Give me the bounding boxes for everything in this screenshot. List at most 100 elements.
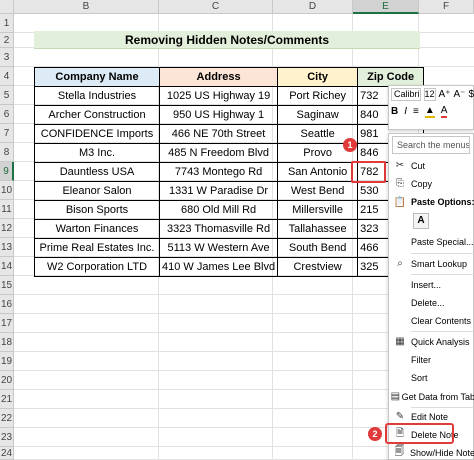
cell-address[interactable]: 5113 W Western Ave xyxy=(158,238,279,258)
menu-show-hide-note-label: Show/Hide Note xyxy=(409,447,474,458)
currency-format-icon[interactable]: $ xyxy=(468,89,474,100)
align-icon[interactable]: ≡ xyxy=(413,106,419,117)
column-header-c[interactable]: C xyxy=(159,0,273,14)
cell-address[interactable]: 680 Old Mill Rd xyxy=(158,200,279,220)
cell-city[interactable]: Tallahassee xyxy=(277,219,359,239)
cell-address[interactable]: 1025 US Highway 19 xyxy=(158,86,279,106)
menu-cut[interactable]: ✂ Cut xyxy=(389,157,474,174)
cell-city[interactable]: Millersville xyxy=(277,200,359,220)
row-header[interactable]: 5 xyxy=(0,86,14,105)
row-header[interactable]: 10 xyxy=(0,181,14,200)
cell-address[interactable]: 7743 Montego Rd xyxy=(158,162,279,182)
cell-company-name[interactable]: Warton Finances xyxy=(34,219,160,239)
cell-city[interactable]: South Bend xyxy=(277,238,359,258)
note-edit-icon: ✎ xyxy=(395,411,405,422)
font-color-icon[interactable]: A xyxy=(440,105,448,118)
cell-company-name[interactable]: M3 Inc. xyxy=(34,143,160,163)
cell-company-name[interactable]: W2 Corporation LTD xyxy=(34,257,160,277)
menu-sort[interactable]: Sort xyxy=(389,369,474,386)
row-header[interactable]: 2 xyxy=(0,33,14,48)
step-badge-2: 2 xyxy=(368,427,382,441)
cell-city[interactable]: San Antonio xyxy=(277,162,359,182)
cell-address[interactable]: 485 N Freedom Blvd xyxy=(158,143,279,163)
menu-get-data[interactable]: ▤ Get Data from Tab xyxy=(389,388,474,405)
row-header[interactable]: 3 xyxy=(0,48,14,67)
paste-option-button[interactable]: A xyxy=(413,213,429,229)
cell-company-name[interactable]: Stella Industries xyxy=(34,86,160,106)
menu-delete-label: Delete... xyxy=(411,297,445,308)
table-row: M3 Inc. 485 N Freedom Blvd Provo 846 xyxy=(34,143,425,163)
row-header[interactable]: 1 xyxy=(0,14,14,33)
menu-paste-special-label: Paste Special... xyxy=(411,236,474,247)
cell-company-name[interactable]: Archer Construction xyxy=(34,105,160,125)
row-header[interactable]: 16 xyxy=(0,295,14,314)
select-all-corner[interactable] xyxy=(0,0,14,14)
cell-city[interactable]: Port Richey xyxy=(277,86,359,106)
row-header[interactable]: 19 xyxy=(0,352,14,371)
row-header[interactable]: 8 xyxy=(0,143,14,162)
cell-company-name[interactable]: Eleanor Salon xyxy=(34,181,160,201)
header-address[interactable]: Address xyxy=(158,67,279,87)
menu-insert-label: Insert... xyxy=(411,279,442,290)
cell-city[interactable]: West Bend xyxy=(277,181,359,201)
cell-address[interactable]: 410 W James Lee Blvd xyxy=(158,257,279,277)
header-company-name[interactable]: Company Name xyxy=(34,67,160,87)
font-size-box[interactable]: 12 xyxy=(423,88,436,101)
italic-icon[interactable]: I xyxy=(404,106,407,117)
cell-address[interactable]: 466 NE 70th Street xyxy=(158,124,279,144)
cell-company-name[interactable]: Bison Sports xyxy=(34,200,160,220)
row-header[interactable]: 11 xyxy=(0,200,14,219)
cell-address[interactable]: 1331 W Paradise Dr xyxy=(158,181,279,201)
menu-insert[interactable]: Insert... xyxy=(389,276,474,293)
row-header[interactable]: 14 xyxy=(0,257,14,276)
row-header[interactable]: 24 xyxy=(0,447,14,460)
increase-font-icon[interactable]: A⁺ xyxy=(439,89,451,100)
column-header-b[interactable]: B xyxy=(14,0,159,14)
menu-paste-special[interactable]: Paste Special... xyxy=(389,233,474,250)
header-zip-code[interactable]: Zip Code xyxy=(357,67,425,87)
menu-smart-lookup[interactable]: ⌕ Smart Lookup xyxy=(389,255,474,272)
bold-icon[interactable]: B xyxy=(391,106,398,117)
menu-paste-options: 📋 Paste Options: xyxy=(389,194,474,210)
delete-note-highlight xyxy=(385,423,454,444)
row-header[interactable]: 7 xyxy=(0,124,14,143)
header-city[interactable]: City xyxy=(277,67,359,87)
cell-company-name[interactable]: Dauntless USA xyxy=(34,162,160,182)
row-header[interactable]: 6 xyxy=(0,105,14,124)
row-header[interactable]: 17 xyxy=(0,314,14,333)
search-icon: ⌕ xyxy=(397,258,403,269)
row-header[interactable]: 18 xyxy=(0,333,14,352)
row-header[interactable]: 21 xyxy=(0,390,14,409)
highlight-color-icon[interactable]: ▲ xyxy=(424,105,435,118)
row-header[interactable]: 20 xyxy=(0,371,14,390)
cell-company-name[interactable]: CONFIDENCE Imports xyxy=(34,124,160,144)
menu-quick-analysis[interactable]: ▦ Quick Analysis xyxy=(389,333,474,350)
row-header[interactable]: 12 xyxy=(0,219,14,238)
cell-address[interactable]: 950 US Highway 1 xyxy=(158,105,279,125)
menu-delete[interactable]: Delete... xyxy=(389,294,474,311)
font-name-box[interactable]: Calibri xyxy=(391,88,421,101)
context-menu: Search the menus ✂ Cut ⎘ Copy 📋 Paste Op… xyxy=(388,133,474,460)
cell-address[interactable]: 3323 Thomasville Rd xyxy=(158,219,279,239)
row-header[interactable]: 23 xyxy=(0,428,14,447)
copy-icon: ⎘ xyxy=(396,178,404,189)
menu-filter[interactable]: Filter xyxy=(389,351,474,368)
cell-city[interactable]: Saginaw xyxy=(277,105,359,125)
cell-city[interactable]: Crestview xyxy=(277,257,359,277)
table-row: Stella Industries 1025 US Highway 19 Port … xyxy=(34,86,425,106)
column-header-d[interactable]: D xyxy=(273,0,353,14)
column-header-e[interactable]: E xyxy=(353,0,419,14)
column-header-f[interactable]: F xyxy=(419,0,474,14)
row-header[interactable]: 15 xyxy=(0,276,14,295)
menu-show-hide-note[interactable]: 🗐 Show/Hide Note xyxy=(389,444,474,460)
menu-search-input[interactable]: Search the menus xyxy=(392,136,470,154)
row-header[interactable]: 9 xyxy=(0,162,14,181)
row-header[interactable]: 13 xyxy=(0,238,14,257)
row-header[interactable]: 4 xyxy=(0,67,14,86)
cell-company-name[interactable]: Prime Real Estates Inc. xyxy=(34,238,160,258)
menu-clear-contents[interactable]: Clear Contents xyxy=(389,312,474,329)
decrease-font-icon[interactable]: A⁻ xyxy=(453,89,465,100)
scissors-icon: ✂ xyxy=(395,160,405,171)
row-header[interactable]: 22 xyxy=(0,409,14,428)
menu-copy[interactable]: ⎘ Copy xyxy=(389,175,474,192)
